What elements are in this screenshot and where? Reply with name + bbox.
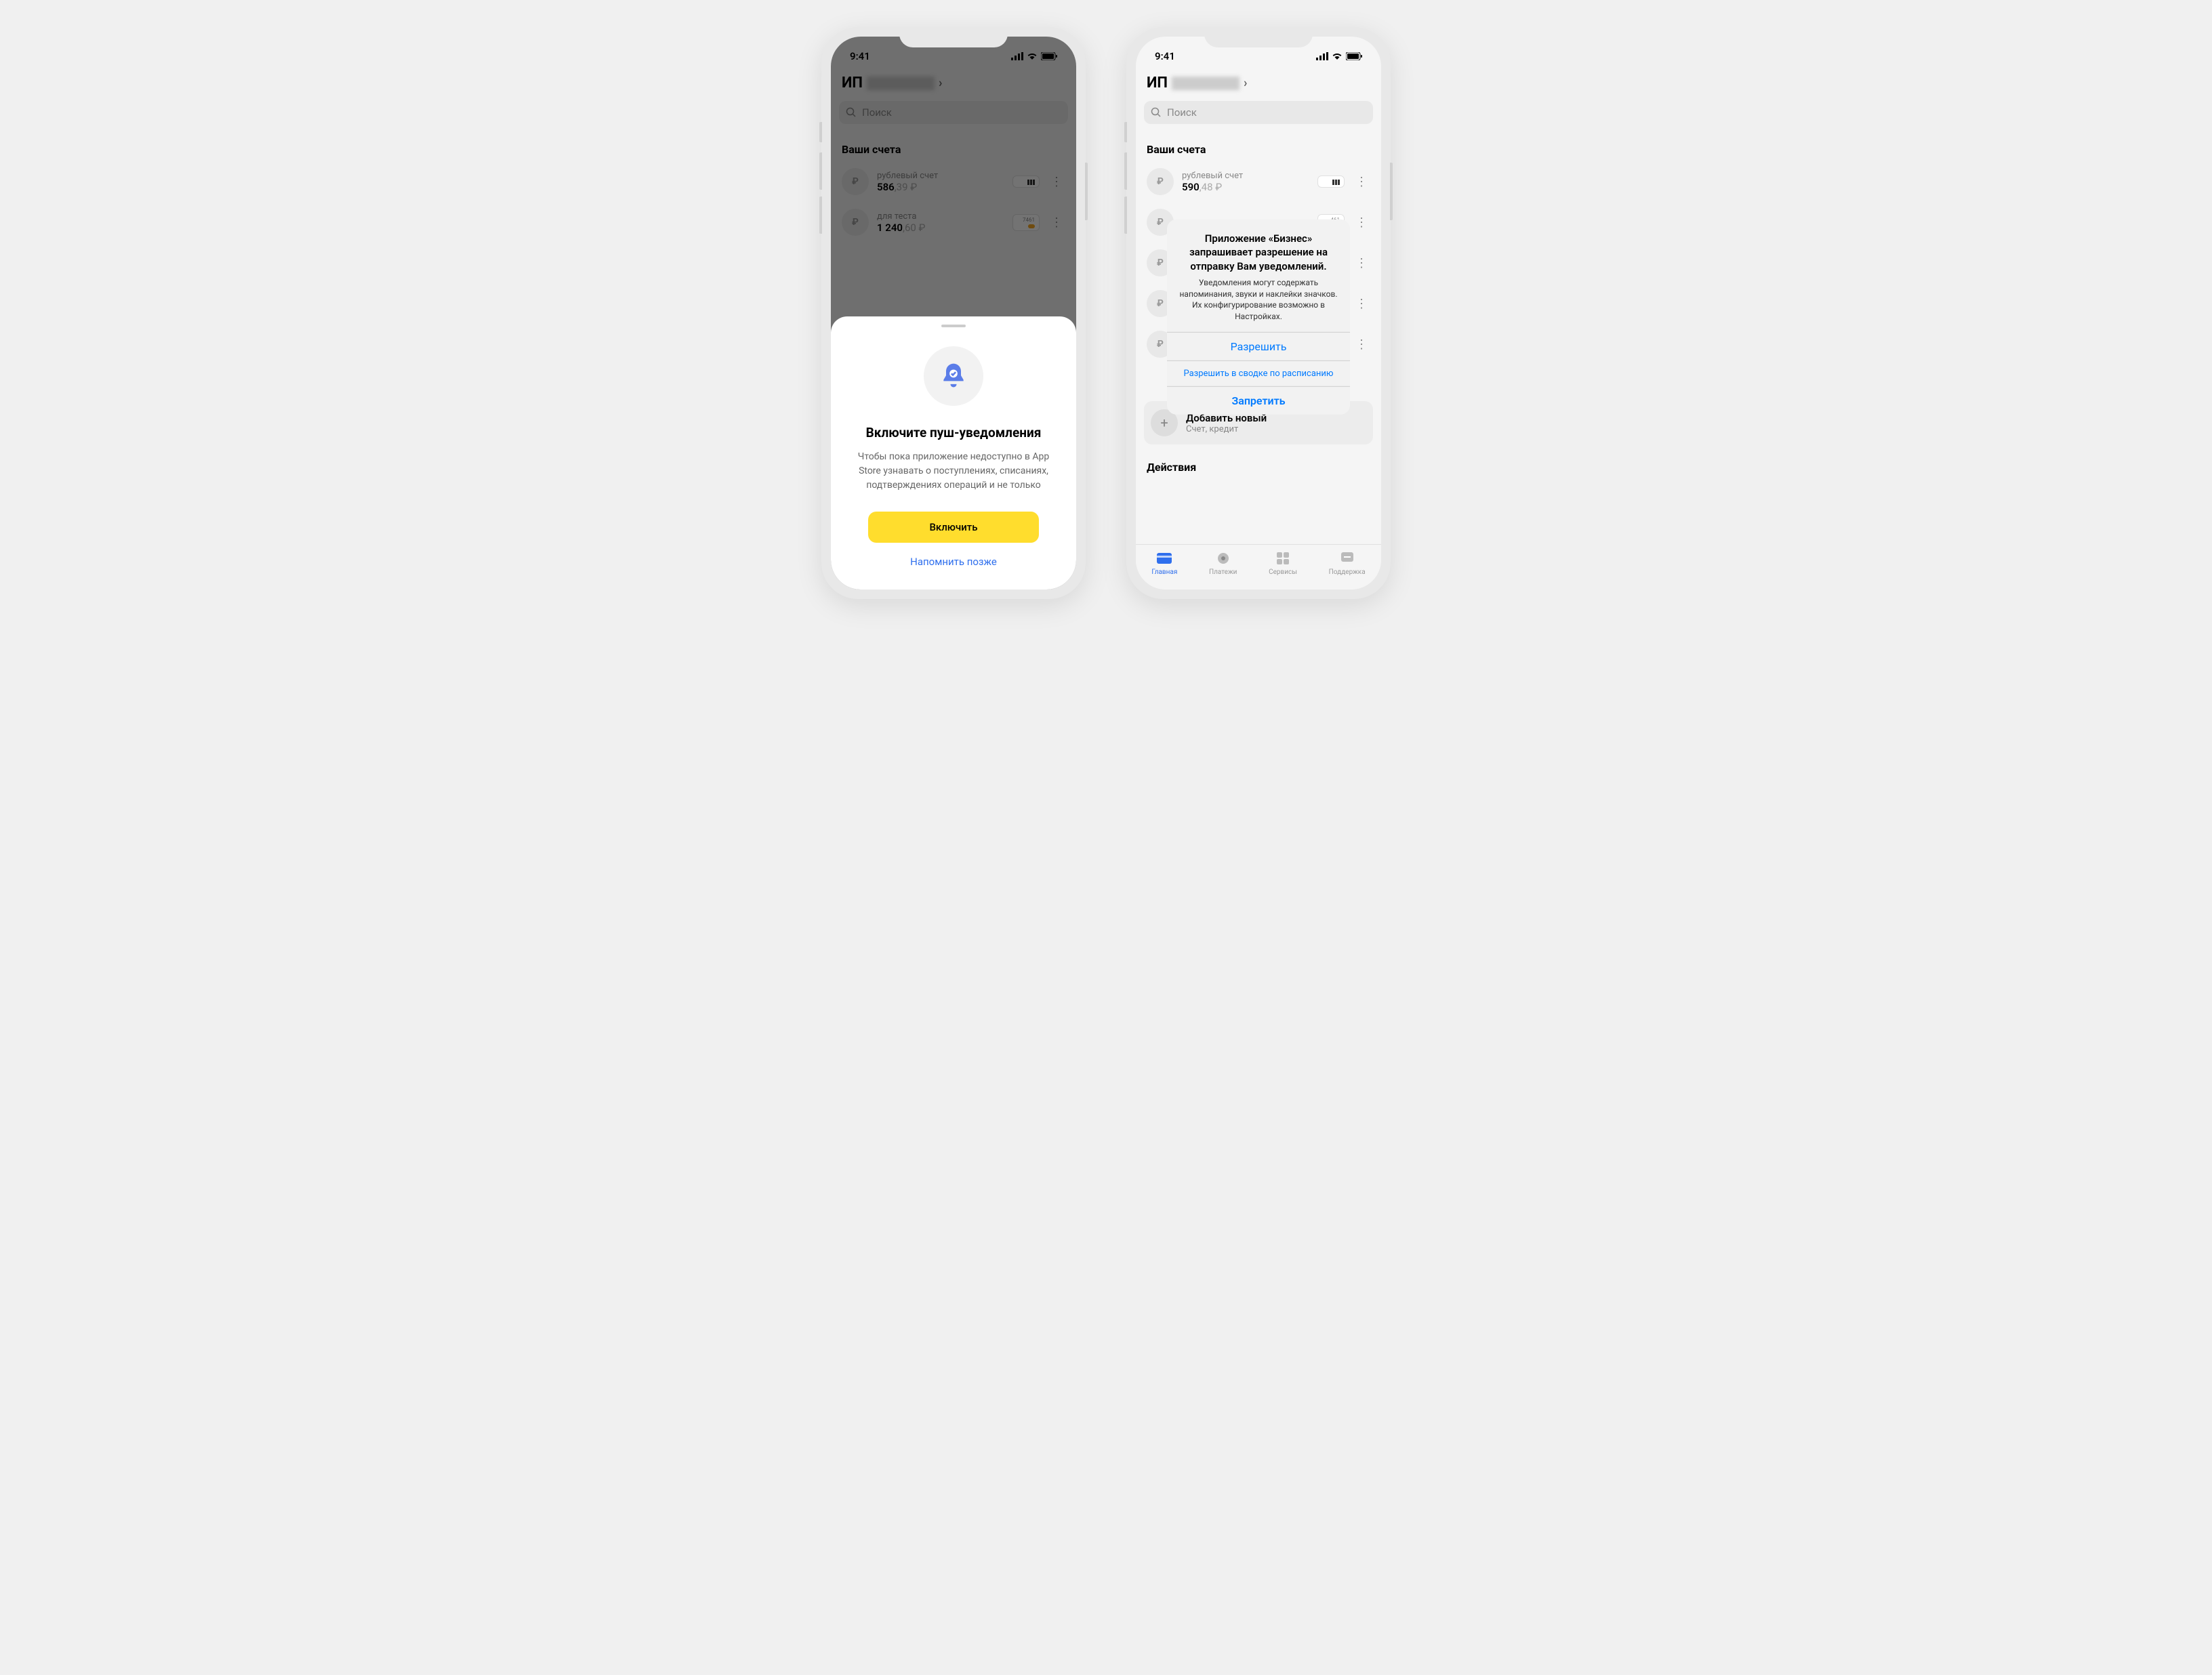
header-name-blur (1172, 77, 1240, 90)
enable-button[interactable]: Включить (868, 512, 1038, 543)
tab-support[interactable]: Поддержка (1329, 550, 1366, 576)
tab-payments[interactable]: Платежи (1209, 550, 1237, 576)
chevron-right-icon: › (1244, 76, 1247, 90)
phone-left: 9:41 ИП › Поиск Ваши счета ₽ (821, 27, 1086, 599)
more-icon[interactable]: ⋮ (1353, 335, 1370, 354)
alert-message: Уведомления могут содержать напоминания,… (1178, 277, 1339, 323)
alert-title: Приложение «Бизнес» запрашивает разрешен… (1178, 232, 1339, 273)
accounts-section-title: Ваши счета (1136, 131, 1381, 161)
add-subtitle: Счет, кредит (1186, 424, 1267, 434)
status-time: 9:41 (1155, 50, 1175, 62)
sheet-title: Включите пуш-уведомления (847, 425, 1060, 440)
status-icons (1316, 52, 1362, 60)
phone-right: 9:41 ИП › Поиск Ваши счета ₽ (1126, 27, 1391, 599)
more-icon[interactable]: ⋮ (1353, 253, 1370, 273)
actions-section-title: Действия (1136, 450, 1381, 476)
header-prefix: ИП (1147, 75, 1168, 91)
search-placeholder: Поиск (1167, 106, 1197, 119)
ruble-icon: ₽ (1147, 168, 1174, 195)
search-icon (1151, 107, 1162, 118)
ios-permission-alert: Приложение «Бизнес» запрашивает разрешен… (1167, 220, 1350, 415)
tab-home[interactable]: Главная (1151, 550, 1177, 576)
more-icon[interactable]: ⋮ (1353, 294, 1370, 314)
push-sheet: Включите пуш-уведомления Чтобы пока прил… (831, 316, 1076, 590)
bell-icon (924, 346, 983, 406)
sheet-description: Чтобы пока приложение недоступно в App S… (847, 450, 1060, 493)
alert-allow-summary-button[interactable]: Разрешить в сводке по расписанию (1167, 360, 1350, 386)
home-icon (1156, 550, 1172, 566)
account-header[interactable]: ИП › (1136, 69, 1381, 94)
card-badge[interactable] (1317, 175, 1345, 188)
remind-later-button[interactable]: Напомнить позже (910, 556, 997, 568)
services-icon (1275, 550, 1291, 566)
sheet-handle[interactable] (941, 325, 966, 327)
tab-services[interactable]: Сервисы (1269, 550, 1297, 576)
alert-deny-button[interactable]: Запретить (1167, 386, 1350, 415)
more-icon[interactable]: ⋮ (1353, 172, 1370, 192)
tab-bar: Главная Платежи Сервисы Поддержка (1136, 544, 1381, 590)
alert-allow-button[interactable]: Разрешить (1167, 332, 1350, 360)
support-icon (1339, 550, 1355, 566)
account-name: рублевый счет (1182, 171, 1309, 181)
account-row[interactable]: ₽ рублевый счет 590,48 ₽ ⋮ (1136, 161, 1381, 202)
payments-icon (1215, 550, 1231, 566)
more-icon[interactable]: ⋮ (1353, 213, 1370, 232)
search-input[interactable]: Поиск (1144, 101, 1373, 124)
status-bar: 9:41 (1136, 37, 1381, 69)
